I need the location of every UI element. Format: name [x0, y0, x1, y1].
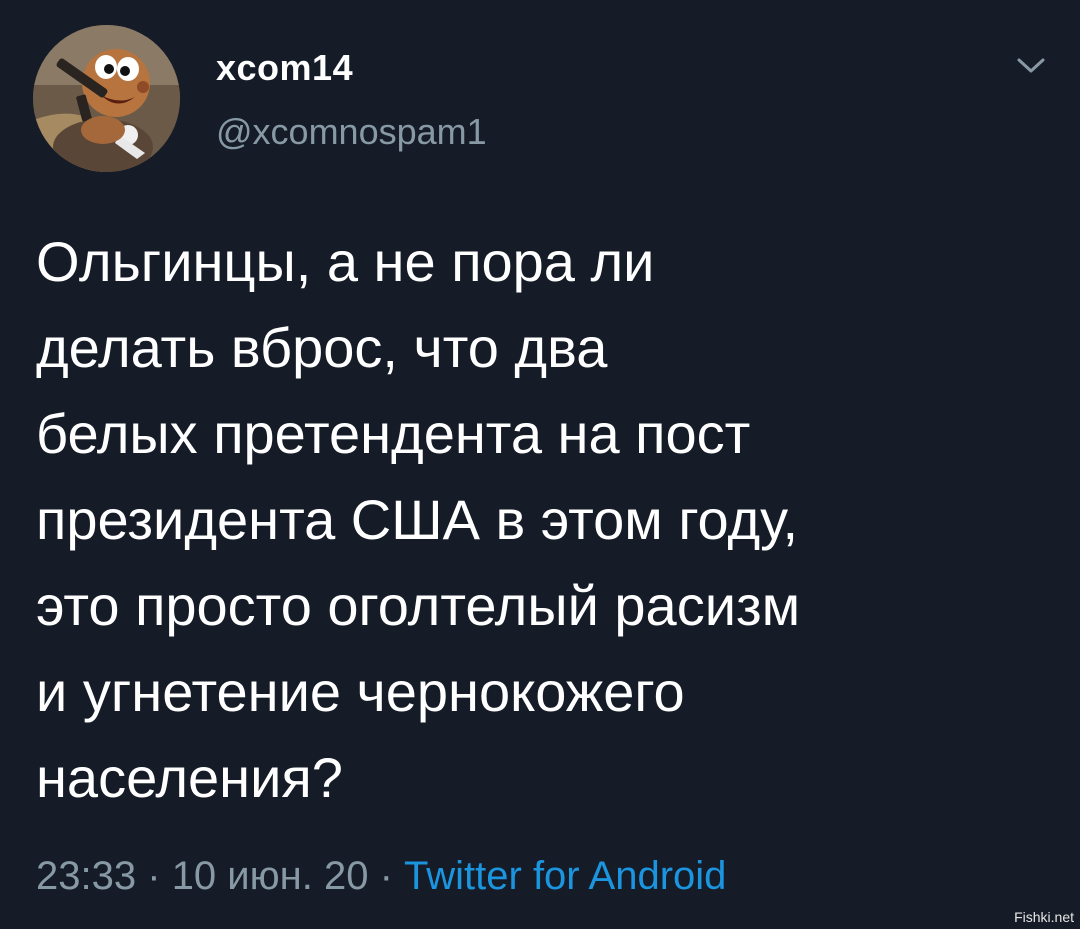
- meta-separator: ·: [147, 854, 161, 898]
- cartoon-character-avatar-icon: [33, 25, 180, 172]
- avatar[interactable]: [33, 25, 180, 172]
- watermark: Fishki.net: [1014, 909, 1074, 925]
- author-handle[interactable]: @xcomnospam1: [216, 110, 487, 154]
- tweet-metadata: 23:33 · 10 июн. 20 · Twitter for Android: [36, 850, 726, 902]
- author-display-name[interactable]: xcom14: [216, 46, 353, 90]
- tweet-text: Ольгинцы, а не пора ли делать вброс, что…: [36, 230, 801, 809]
- chevron-down-icon[interactable]: [1013, 50, 1049, 80]
- meta-separator: ·: [379, 854, 393, 898]
- tweet-source-link[interactable]: Twitter for Android: [404, 854, 726, 898]
- tweet-date: 10 июн. 20: [171, 854, 369, 898]
- tweet-time: 23:33: [36, 854, 137, 898]
- tweet-screen: xcom14 @xcomnospam1 Ольгинцы, а не пора …: [0, 0, 1080, 929]
